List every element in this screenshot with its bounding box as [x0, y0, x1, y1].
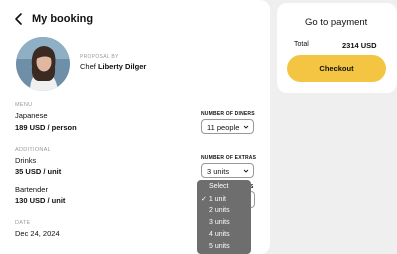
extra-bartender-name: Bartender	[15, 185, 48, 194]
date-label: DATE	[15, 220, 31, 226]
menu-price: 189 USD / person	[15, 123, 77, 132]
total-value: 2314 USD	[342, 41, 377, 50]
diners-value: 11 people	[207, 123, 240, 132]
dropdown-option[interactable]: 5 units	[197, 243, 251, 254]
total-label: Total	[294, 41, 309, 48]
menu-label: MENU	[15, 102, 33, 108]
dropdown-option[interactable]: Select	[197, 183, 251, 195]
diners-select[interactable]: 11 people	[201, 119, 254, 134]
payment-title: Go to payment	[305, 17, 368, 28]
back-arrow-icon[interactable]	[13, 12, 25, 26]
extras-select-drinks[interactable]: 3 units	[201, 163, 254, 178]
dropdown-option[interactable]: 2 units	[197, 207, 251, 219]
date-value: Dec 24, 2024	[15, 229, 60, 238]
extra-drinks-price: 35 USD / unit	[15, 167, 62, 176]
chevron-down-icon	[243, 125, 249, 129]
chevron-down-icon	[243, 169, 249, 173]
extra-drinks-name: Drinks	[15, 156, 37, 165]
extra-bartender-price: 130 USD / unit	[15, 196, 66, 205]
diners-label: NUMBER OF DINERS	[201, 111, 255, 117]
chef-avatar	[16, 37, 70, 91]
chef-name: Chef Liberty Dilger	[80, 62, 146, 71]
extras-dropdown-menu: Select ✓ 1 unit 2 units 3 units 4 units …	[197, 180, 251, 254]
page-title: My booking	[32, 13, 94, 25]
chef-prefix: Chef	[80, 62, 96, 71]
chef-fullname: Liberty Dilger	[97, 62, 147, 71]
extras-label: NUMBER OF EXTRAS	[201, 155, 257, 161]
dropdown-option-selected[interactable]: ✓ 1 unit	[197, 195, 251, 207]
dropdown-option-label: 1 unit	[208, 196, 226, 203]
checkout-button[interactable]: Checkout	[287, 55, 386, 82]
extras-value: 3 units	[207, 167, 230, 176]
checkmark-icon: ✓	[201, 196, 207, 203]
dropdown-option[interactable]: 3 units	[197, 219, 251, 231]
proposal-label: PROPOSAL BY	[80, 54, 119, 60]
menu-name: Japanese	[15, 111, 48, 120]
dropdown-option[interactable]: 4 units	[197, 231, 251, 243]
additional-label: ADDITIONAL	[15, 147, 52, 153]
